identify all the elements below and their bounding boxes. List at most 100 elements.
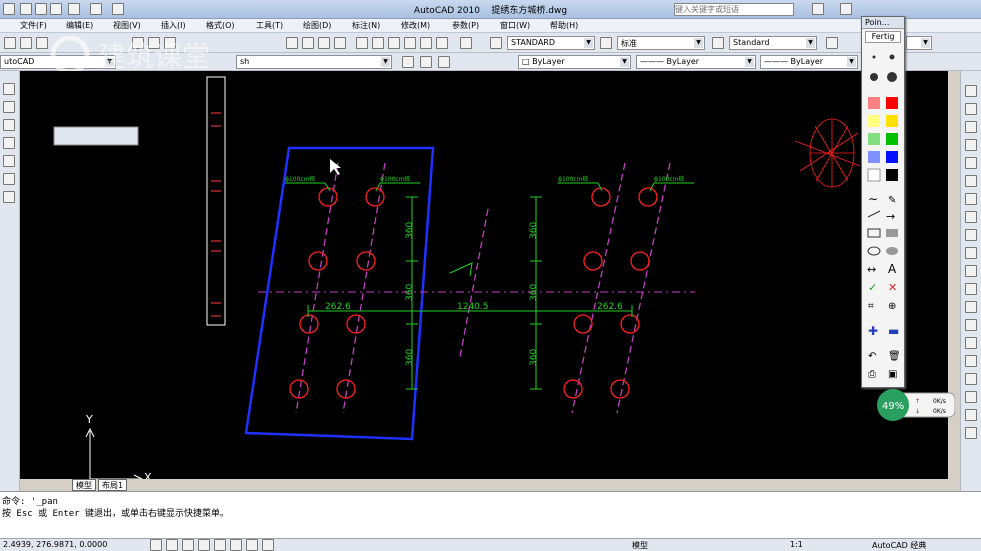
- swatch-light-green: [868, 133, 880, 145]
- qnew-icon[interactable]: [4, 37, 16, 49]
- multileader-style-combo[interactable]: ▼: [906, 36, 932, 50]
- mirror-icon[interactable]: [965, 121, 977, 133]
- otrack-icon[interactable]: [230, 539, 242, 551]
- polar-icon[interactable]: [198, 539, 210, 551]
- dim-aligned-icon[interactable]: [965, 391, 977, 403]
- zoom-realtime-icon[interactable]: [302, 37, 314, 49]
- lineweight-combo[interactable]: ——— ByLayer ▼: [760, 55, 858, 69]
- lineweight-toggle-icon[interactable]: [262, 539, 274, 551]
- stretch-icon[interactable]: [965, 229, 977, 241]
- rect-outline-icon: [867, 228, 881, 238]
- pile-label: ϕ100cm桩: [380, 175, 411, 183]
- break-icon[interactable]: [965, 283, 977, 295]
- dim-radius-icon[interactable]: [965, 427, 977, 439]
- swatch-white: [867, 168, 881, 182]
- erase-icon[interactable]: [965, 85, 977, 97]
- zoom-window-icon[interactable]: [318, 37, 330, 49]
- rotate-icon[interactable]: [965, 193, 977, 205]
- workspace-switch[interactable]: AutoCAD 经典: [872, 540, 926, 551]
- text-tool-icon: A: [888, 262, 897, 276]
- medium-dot-icon: [889, 54, 895, 60]
- dim-linear-icon[interactable]: [965, 373, 977, 385]
- dim-angular-icon[interactable]: [965, 409, 977, 421]
- menu-parametric[interactable]: 参数(P): [452, 20, 479, 31]
- table-style-icon[interactable]: [712, 37, 724, 49]
- cursor-icon: [330, 159, 341, 175]
- circle-tool-icon[interactable]: [3, 137, 15, 149]
- text-style-icon[interactable]: [490, 37, 502, 49]
- dim-text: 360: [529, 222, 539, 239]
- scale-icon[interactable]: [965, 211, 977, 223]
- markup-icon[interactable]: [420, 37, 432, 49]
- text-style-combo[interactable]: STANDARD ▼: [507, 36, 595, 50]
- join-icon[interactable]: [965, 301, 977, 313]
- linetype-combo[interactable]: ——— ByLayer ▼: [636, 55, 756, 69]
- properties-icon[interactable]: [356, 37, 368, 49]
- layer-previous-icon[interactable]: [402, 56, 414, 68]
- dyn-icon[interactable]: [246, 539, 258, 551]
- menu-file[interactable]: 文件(F): [20, 20, 47, 31]
- tab-layout1[interactable]: 布局1: [98, 479, 128, 491]
- rectangle-tool-icon[interactable]: [3, 119, 15, 131]
- snap-icon[interactable]: [150, 539, 162, 551]
- copy-object-icon[interactable]: [965, 103, 977, 115]
- undo-pen-icon: ↶: [868, 351, 876, 362]
- drawing-canvas[interactable]: ϕ100cm桩 ϕ100cm桩 ϕ100cm桩 ϕ100cm桩 360 360 …: [20, 71, 960, 491]
- dim-style-combo[interactable]: 标准 ▼: [617, 36, 705, 50]
- help-icon[interactable]: [840, 3, 852, 15]
- ortho-icon[interactable]: [182, 539, 194, 551]
- trim-icon[interactable]: [965, 247, 977, 259]
- calculator-icon[interactable]: [436, 37, 448, 49]
- watermark-text: 建筑课堂: [98, 40, 210, 73]
- fertig-button[interactable]: Fertig: [865, 31, 901, 43]
- menu-help[interactable]: 帮助(H): [550, 20, 578, 31]
- save-toolbar-icon[interactable]: [20, 37, 32, 49]
- menu-draw[interactable]: 绘图(D): [303, 20, 331, 31]
- layer-state-icon[interactable]: [420, 56, 432, 68]
- fillet-icon[interactable]: [965, 337, 977, 349]
- arc-tool-icon[interactable]: [3, 155, 15, 167]
- offset-icon[interactable]: [965, 139, 977, 151]
- help-toolbar-icon[interactable]: [460, 37, 472, 49]
- trash-icon: 🗑: [888, 350, 901, 362]
- extend-icon[interactable]: [965, 265, 977, 277]
- command-line[interactable]: 命令: '_pan 按 Esc 或 Enter 键退出，或单击右键显示快捷菜单。: [0, 491, 981, 541]
- move-icon[interactable]: [965, 175, 977, 187]
- make-current-icon[interactable]: [438, 56, 450, 68]
- tab-model[interactable]: 模型: [72, 479, 96, 491]
- model-space-toggle[interactable]: 模型: [632, 540, 648, 551]
- polygon-tool-icon[interactable]: [3, 101, 15, 113]
- floating-toolbar[interactable]: [53, 126, 139, 146]
- dim-style-icon[interactable]: [600, 37, 612, 49]
- osnap-icon[interactable]: [214, 539, 226, 551]
- horizontal-scrollbar[interactable]: [20, 479, 960, 491]
- check-icon: ✓: [868, 281, 877, 294]
- multileader-style-icon[interactable]: [826, 37, 838, 49]
- menu-window[interactable]: 窗口(W): [500, 20, 530, 31]
- strip-markers: [211, 112, 221, 317]
- grid-icon[interactable]: [166, 539, 178, 551]
- line-tool-icon[interactable]: [3, 83, 15, 95]
- chamfer-icon[interactable]: [965, 319, 977, 331]
- color-combo[interactable]: □ ByLayer ▼: [518, 55, 631, 69]
- tool-palettes-icon[interactable]: [388, 37, 400, 49]
- print-icon[interactable]: [36, 37, 48, 49]
- search-input[interactable]: [674, 3, 794, 16]
- annotation-scale[interactable]: 1:1: [790, 540, 803, 549]
- binoculars-icon[interactable]: [812, 3, 824, 15]
- pointer-panel[interactable]: Poin... Fertig ∼ ✎ → ↔ A ✓ ✕ ⌗ ⊕ ✚ ▬ ↶ 🗑 ⎙ ▣: [861, 16, 905, 388]
- explode-icon[interactable]: [965, 355, 977, 367]
- array-icon[interactable]: [965, 157, 977, 169]
- command-history-2: 按 Esc 或 Enter 键退出，或单击右键显示快捷菜单。: [2, 509, 230, 519]
- zoom-previous-icon[interactable]: [334, 37, 346, 49]
- table-style-combo[interactable]: Standard ▼: [729, 36, 817, 50]
- dimension-lines: [285, 182, 694, 390]
- ellipse-tool-icon[interactable]: [3, 173, 15, 185]
- menu-modify[interactable]: 修改(M): [401, 20, 430, 31]
- dim-text: 360: [405, 284, 415, 301]
- menu-dimension[interactable]: 标注(N): [352, 20, 380, 31]
- sheet-set-icon[interactable]: [404, 37, 416, 49]
- design-center-icon[interactable]: [372, 37, 384, 49]
- hatch-tool-icon[interactable]: [3, 191, 15, 203]
- dimension-text: ϕ100cm桩 ϕ100cm桩 ϕ100cm桩 ϕ100cm桩 360 360 …: [285, 175, 685, 366]
